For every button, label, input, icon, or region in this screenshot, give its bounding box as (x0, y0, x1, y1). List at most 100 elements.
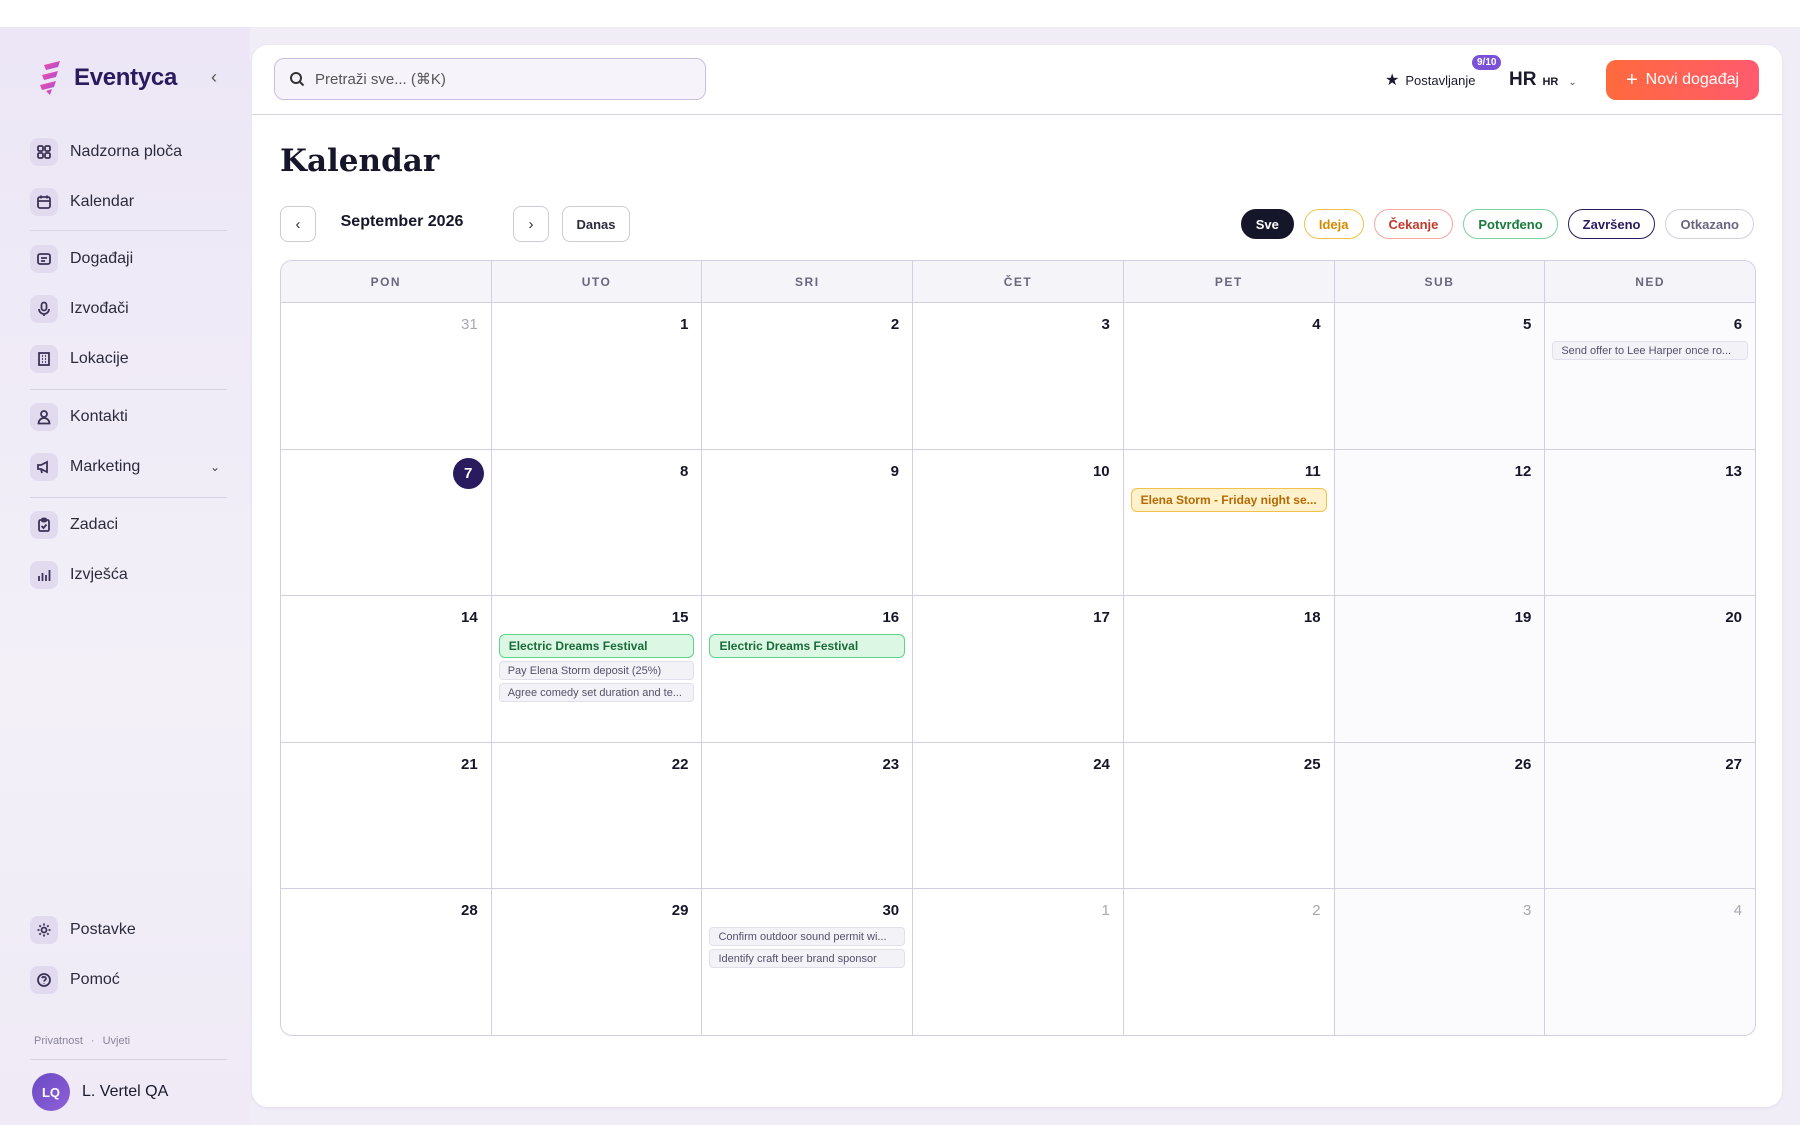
terms-link[interactable]: Uvjeti (103, 1035, 131, 1047)
help-icon (30, 966, 58, 994)
day-number: 5 (1342, 311, 1538, 339)
day-number: 15 (499, 604, 695, 632)
calendar-day-cell[interactable]: 27 (1545, 742, 1755, 888)
calendar-day-cell[interactable]: 26 (1334, 742, 1546, 888)
calendar-day-cell[interactable]: 25 (1124, 742, 1335, 888)
sidebar-item-contacts[interactable]: Kontakti (30, 397, 230, 437)
user-icon (30, 403, 58, 431)
day-number: 1 (499, 311, 695, 339)
calendar-day-cell[interactable]: 3 (913, 303, 1124, 449)
setup-button[interactable]: ★ Postavljanje (1385, 70, 1475, 90)
new-event-button[interactable]: + Novi događaj (1606, 60, 1759, 100)
calendar-day-cell[interactable]: 20 (1545, 596, 1755, 742)
weekday-label: SUB (1335, 261, 1546, 302)
calendar-day-cell[interactable]: 4 (1124, 303, 1335, 449)
filter-chip-5[interactable]: Otkazano (1665, 209, 1754, 239)
day-number-text: 3 (1101, 316, 1110, 333)
language-selector[interactable]: HR HR ⌄ (1509, 69, 1577, 91)
filter-chip-3[interactable]: Potvrđeno (1463, 209, 1558, 239)
user-profile[interactable]: LQ L. Vertel QA (32, 1073, 168, 1111)
calendar-day-cell[interactable]: 21 (281, 742, 492, 888)
calendar-day-cell[interactable]: 11 Elena Storm - Friday night se... (1124, 449, 1335, 595)
search-input[interactable] (315, 70, 675, 88)
calendar-day-cell[interactable]: 28 (281, 889, 492, 1035)
sidebar-item-locations[interactable]: Lokacije (30, 339, 230, 379)
day-number: 29 (499, 897, 695, 925)
calendar-day-cell[interactable]: 1 (913, 889, 1124, 1035)
weekday-header: PON UTO SRI ČET PET SUB NED (281, 261, 1755, 303)
calendar-day-cell[interactable]: 30 Confirm outdoor sound permit wi... Iden… (702, 889, 914, 1035)
day-number-text: 4 (1733, 902, 1743, 919)
task-item[interactable]: Send offer to Lee Harper once ro... (1552, 341, 1749, 360)
marketing-chevron-down-icon[interactable]: ⌄ (210, 460, 220, 474)
calendar-day-cell[interactable]: 16 Electric Dreams Festival (702, 596, 914, 742)
calendar-grid: PON UTO SRI ČET PET SUB NED 31 1 2 3 4 5 6 Send offer… (280, 260, 1756, 1036)
calendar-day-cell[interactable]: 1 (492, 303, 703, 449)
task-item[interactable]: Agree comedy set duration and te... (498, 683, 695, 702)
sidebar-item-label: Izvođači (70, 300, 129, 317)
calendar-day-cell[interactable]: 7 (281, 449, 492, 595)
calendar-day-cell[interactable]: 24 (913, 742, 1124, 888)
day-number: 12 (1342, 458, 1538, 486)
chevron-down-icon: ⌄ (1568, 77, 1577, 88)
event-pill[interactable]: Electric Dreams Festival (709, 634, 906, 658)
sidebar-item-settings[interactable]: Postavke (30, 910, 230, 950)
calendar-day-cell[interactable]: 13 (1545, 449, 1755, 595)
sidebar-item-tasks[interactable]: Zadaci (30, 505, 230, 545)
calendar-day-cell[interactable]: 22 (492, 742, 703, 888)
calendar-day-cell[interactable]: 12 (1334, 449, 1546, 595)
filter-chip-1[interactable]: Ideja (1303, 209, 1364, 239)
day-number: 20 (1552, 604, 1748, 632)
calendar-day-cell[interactable]: 31 (281, 303, 492, 449)
calendar-day-cell[interactable]: 14 (281, 596, 492, 742)
calendar-day-cell[interactable]: 19 (1334, 596, 1546, 742)
day-number-text: 11 (1304, 462, 1321, 480)
calendar-day-cell[interactable]: 2 (1124, 889, 1335, 1035)
calendar-day-cell[interactable]: 17 (913, 596, 1124, 742)
sidebar-item-help[interactable]: Pomoć (30, 960, 230, 1000)
event-pill[interactable]: Electric Dreams Festival (498, 634, 695, 658)
search-box[interactable] (274, 58, 706, 100)
today-button[interactable]: Danas (562, 206, 630, 242)
logo[interactable]: Eventyca (40, 61, 177, 95)
prev-month-button[interactable]: ‹ (280, 206, 316, 242)
day-number: 25 (1131, 751, 1327, 779)
sidebar-item-calendar[interactable]: Kalendar (30, 182, 230, 222)
calendar-day-cell[interactable]: 3 (1334, 889, 1546, 1035)
day-number-text: 15 (671, 609, 689, 626)
calendar-day-cell[interactable]: 2 (702, 303, 914, 449)
calendar-day-cell[interactable]: 18 (1124, 596, 1335, 742)
calendar-day-cell[interactable]: 4 (1545, 889, 1755, 1035)
day-number-text: 26 (1514, 755, 1532, 773)
sidebar-item-marketing[interactable]: Marketing (30, 447, 230, 487)
calendar-day-cell[interactable]: 6 Send offer to Lee Harper once ro... (1545, 303, 1755, 449)
filter-chip-4[interactable]: Završeno (1567, 209, 1656, 239)
sidebar-item-performers[interactable]: Izvođači (30, 289, 230, 329)
event-pill[interactable]: Elena Storm - Friday night se... (1130, 487, 1327, 512)
calendar-day-cell[interactable]: 23 (702, 742, 914, 888)
task-item[interactable]: Pay Elena Storm deposit (25%) (498, 661, 695, 680)
day-number-text: 2 (890, 316, 900, 333)
privacy-link[interactable]: Privatnost (34, 1035, 83, 1047)
clipboard-icon (30, 511, 58, 539)
sidebar-item-label: Izvješća (70, 566, 128, 583)
day-number: 10 (920, 458, 1116, 486)
task-item[interactable]: Identify craft beer brand sponsor (709, 949, 906, 968)
chevron-right-icon: › (528, 215, 534, 233)
calendar-day-cell[interactable]: 10 (913, 449, 1124, 595)
calendar-day-cell[interactable]: 29 (492, 889, 703, 1035)
next-month-button[interactable]: › (513, 206, 549, 242)
sidebar-item-reports[interactable]: Izvješća (30, 555, 230, 595)
calendar-day-cell[interactable]: 9 (702, 449, 913, 595)
sidebar-item-events[interactable]: Događaji (30, 239, 230, 279)
day-number: 4 (1552, 897, 1748, 925)
collapse-sidebar-chevron-icon[interactable]: ‹ (204, 67, 224, 88)
calendar-day-cell[interactable]: 5 (1334, 303, 1546, 449)
sidebar-item-dashboard[interactable]: Nadzorna ploča (30, 132, 230, 172)
task-item[interactable]: Confirm outdoor sound permit wi... (709, 927, 906, 946)
filter-chip-2[interactable]: Čekanje (1373, 209, 1454, 239)
calendar-day-cell[interactable]: 8 (492, 449, 703, 595)
filter-chip-0[interactable]: Sve (1240, 209, 1294, 239)
calendar-day-cell[interactable]: 15 Electric Dreams Festival Pay Elena Stor… (492, 596, 703, 742)
star-icon: ★ (1385, 72, 1400, 89)
